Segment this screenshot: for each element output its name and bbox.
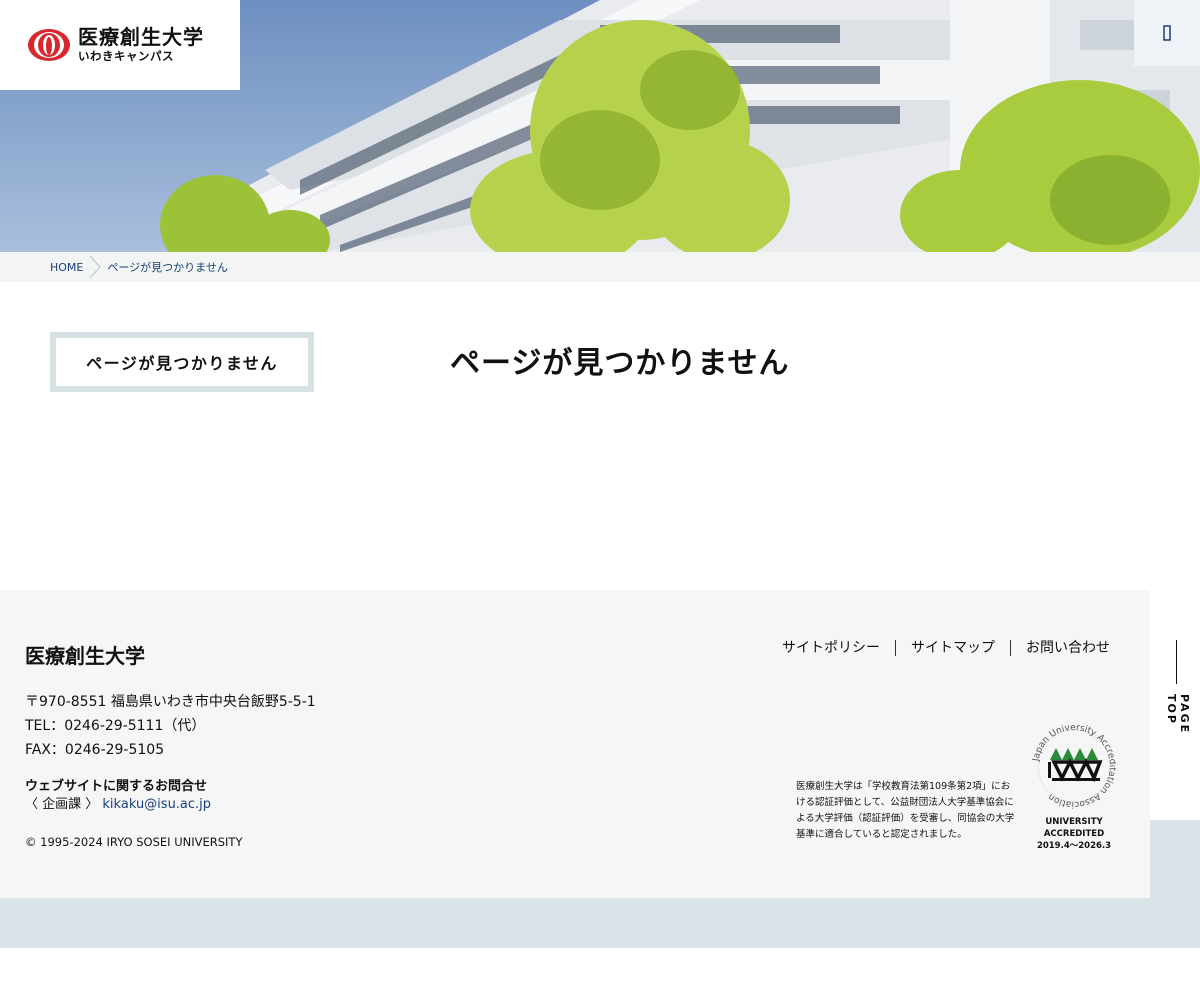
- footer-link-site-policy[interactable]: サイトポリシー: [767, 640, 896, 656]
- menu-button[interactable]: [1134, 0, 1200, 66]
- accreditation-badge[interactable]: Japan University Accreditation Associati…: [1031, 718, 1117, 852]
- page-top-line: [1176, 640, 1177, 684]
- page-top-button[interactable]: PAGE TOP: [1165, 640, 1191, 770]
- footer-tel: TEL：0246-29-5111（代）: [25, 718, 206, 734]
- copyright: © 1995-2024 IRYO SOSEI UNIVERSITY: [25, 835, 243, 849]
- badge-ring-text: Japan University Accreditation Associati…: [1031, 723, 1117, 809]
- badge-caption: UNIVERSITY ACCREDITED 2019.4～2026.3: [1032, 816, 1116, 852]
- breadcrumb: HOME ページが見つかりません: [0, 252, 1200, 282]
- page-top-label: PAGE TOP: [1165, 694, 1191, 735]
- juaa-badge-icon: Japan University Accreditation Associati…: [1031, 723, 1117, 809]
- svg-text:Japan University Accreditation: Japan University Accreditation Associati…: [1032, 723, 1116, 809]
- chevron-right-icon: [90, 256, 102, 278]
- site-logo[interactable]: 医療創生大学 いわきキャンパス: [0, 0, 240, 90]
- footer-address: 〒970-8551 福島県いわき市中央台飯野5-5-1: [25, 694, 316, 710]
- logo-campus-name: いわきキャンパス: [78, 49, 174, 64]
- footer-fax: FAX：0246-29-5105: [25, 742, 165, 758]
- badge-line-3: 2019.4～2026.3: [1036, 841, 1112, 851]
- footer-link-sitemap[interactable]: サイトマップ: [896, 640, 1011, 656]
- sidebar-item-current[interactable]: ページが見つかりません: [50, 332, 314, 392]
- footer-link-contact[interactable]: お問い合わせ: [1011, 640, 1110, 656]
- inquiry-email-link[interactable]: kikaku@isu.ac.jp: [102, 797, 211, 812]
- university-emblem-icon: [28, 29, 70, 61]
- page-title: ページが見つかりません: [450, 346, 790, 381]
- inquiry-contact: 〈 企画課 〉 kikaku@isu.ac.jp: [25, 796, 211, 814]
- breadcrumb-home-link[interactable]: HOME: [50, 261, 83, 274]
- logo-university-name: 医療創生大学: [78, 25, 204, 50]
- inquiry-dept: 〈 企画課 〉: [25, 797, 99, 812]
- footer-band-right: [1150, 820, 1200, 898]
- badge-line-1: UNIVERSITY: [1045, 817, 1103, 827]
- breadcrumb-current: ページが見つかりません: [107, 261, 228, 274]
- footer-inquiry: ウェブサイトに関するお問合せ 〈 企画課 〉 kikaku@isu.ac.jp: [25, 778, 211, 814]
- badge-line-2: ACCREDITED: [1043, 829, 1105, 839]
- footer-address-block: 〒970-8551 福島県いわき市中央台飯野5-5-1 TEL：0246-29-…: [25, 690, 316, 762]
- menu-icon: [1163, 25, 1171, 41]
- accreditation-text: 医療創生大学は「学校教育法第109条第2項」における認証評価として、公益財団法人…: [796, 781, 1015, 840]
- footer-band: [0, 898, 1200, 948]
- footer-university-name: 医療創生大学: [25, 644, 145, 668]
- logo-text: 医療創生大学 いわきキャンパス: [78, 27, 204, 63]
- footer-links: サイトポリシー サイトマップ お問い合わせ: [767, 640, 1110, 656]
- inquiry-title: ウェブサイトに関するお問合せ: [25, 779, 208, 794]
